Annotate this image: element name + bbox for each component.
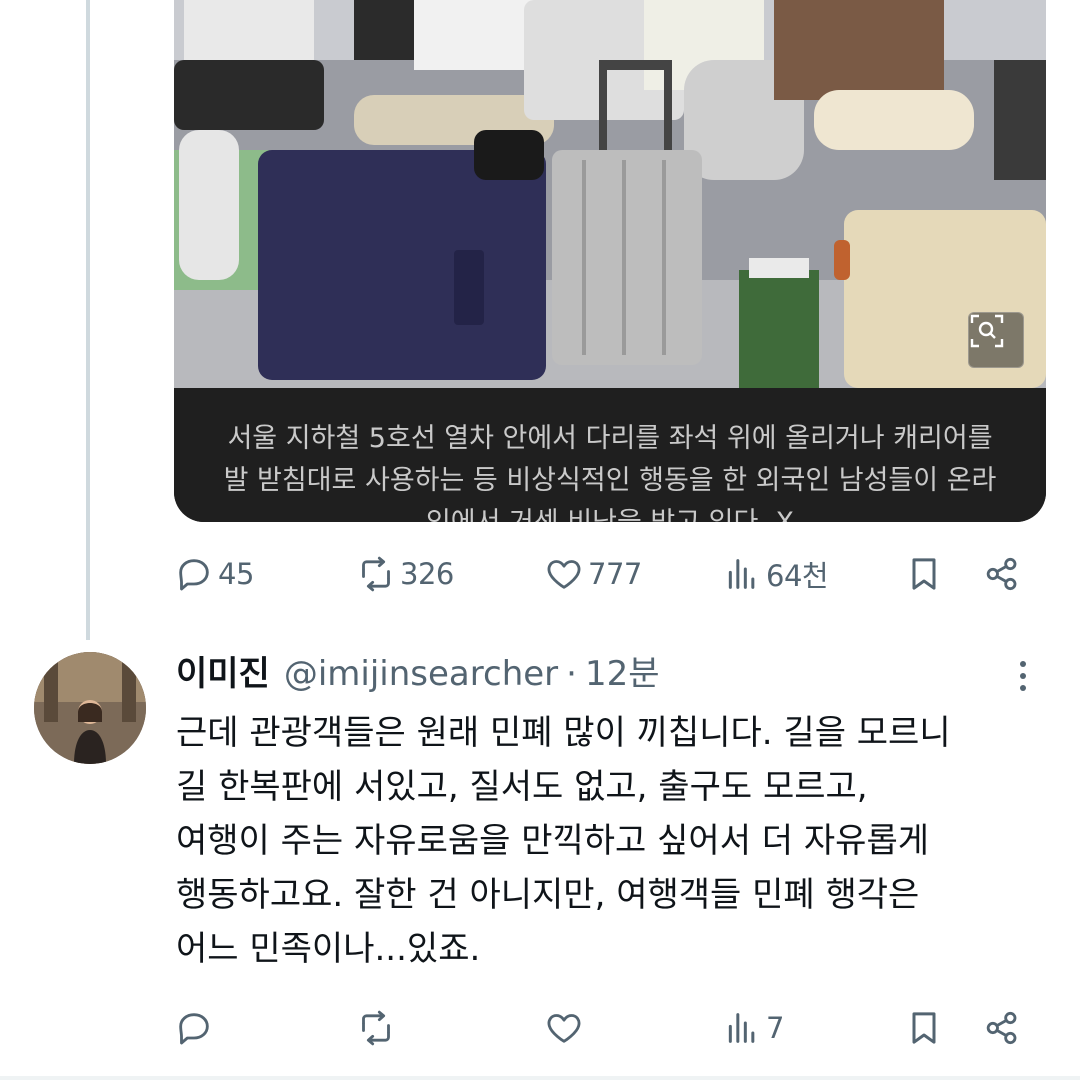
share-icon	[986, 557, 1017, 591]
bookmark-icon	[912, 558, 936, 590]
more-icon	[1020, 661, 1026, 691]
heart-icon	[547, 1014, 581, 1043]
share-button[interactable]	[982, 1006, 1022, 1050]
views-icon	[728, 559, 755, 589]
like-count: 777	[588, 557, 642, 591]
repost-icon	[362, 1010, 390, 1046]
zoom-icon	[970, 314, 1004, 348]
reply-button[interactable]: 45	[174, 552, 254, 596]
views-button[interactable]: 64천	[722, 552, 829, 596]
bookmark-button[interactable]	[904, 1006, 944, 1050]
share-icon	[986, 1011, 1017, 1045]
repost-icon	[362, 556, 390, 592]
reply-separator: ·	[566, 654, 577, 694]
thread-connector-line	[86, 0, 90, 640]
views-button[interactable]: 7	[722, 1006, 784, 1050]
repost-button[interactable]: 326	[356, 552, 454, 596]
reply-header: 이미진 @imijinsearcher · 12분	[176, 646, 660, 696]
avatar-image	[34, 652, 146, 764]
reply-button[interactable]	[174, 1006, 214, 1050]
avatar[interactable]	[34, 652, 146, 764]
reply-count: 45	[218, 557, 254, 591]
bottom-divider	[0, 1076, 1080, 1080]
tweet-thread: 서울 지하철 5호선 열차 안에서 다리를 좌석 위에 올리거나 캐리어를 발 …	[0, 0, 1080, 1080]
reply-timestamp[interactable]: 12분	[585, 646, 660, 695]
subway-photo-illustration	[174, 0, 1046, 388]
reply-text: 근데 관광객들은 원래 민폐 많이 끼칩니다. 길을 모르니 길 한복판에 서있…	[176, 713, 951, 969]
repost-count: 326	[400, 557, 454, 591]
reply-action-bar: 7	[174, 1006, 1034, 1050]
repost-button[interactable]	[356, 1006, 396, 1050]
bookmark-icon	[912, 1012, 936, 1044]
heart-icon	[547, 560, 581, 589]
reply-icon	[179, 559, 209, 591]
zoom-button[interactable]	[968, 312, 1024, 368]
reply-icon	[179, 1013, 209, 1045]
views-count: 7	[766, 1011, 784, 1045]
share-button[interactable]	[982, 552, 1022, 596]
bookmark-button[interactable]	[904, 552, 944, 596]
post-action-bar: 45 326 777 64천	[174, 552, 1034, 596]
like-button[interactable]	[544, 1006, 584, 1050]
media-caption: 서울 지하철 5호선 열차 안에서 다리를 좌석 위에 올리거나 캐리어를 발 …	[174, 388, 1046, 522]
media-card[interactable]: 서울 지하철 5호선 열차 안에서 다리를 좌석 위에 올리거나 캐리어를 발 …	[174, 0, 1046, 522]
reply-author-handle[interactable]: @imijinsearcher	[284, 654, 558, 694]
reply-author-name[interactable]: 이미진	[176, 646, 270, 695]
more-options-button[interactable]	[1008, 656, 1038, 696]
subway-photo[interactable]	[174, 0, 1046, 388]
views-icon	[728, 1013, 755, 1043]
like-button[interactable]: 777	[544, 552, 642, 596]
views-count: 64천	[766, 559, 829, 593]
